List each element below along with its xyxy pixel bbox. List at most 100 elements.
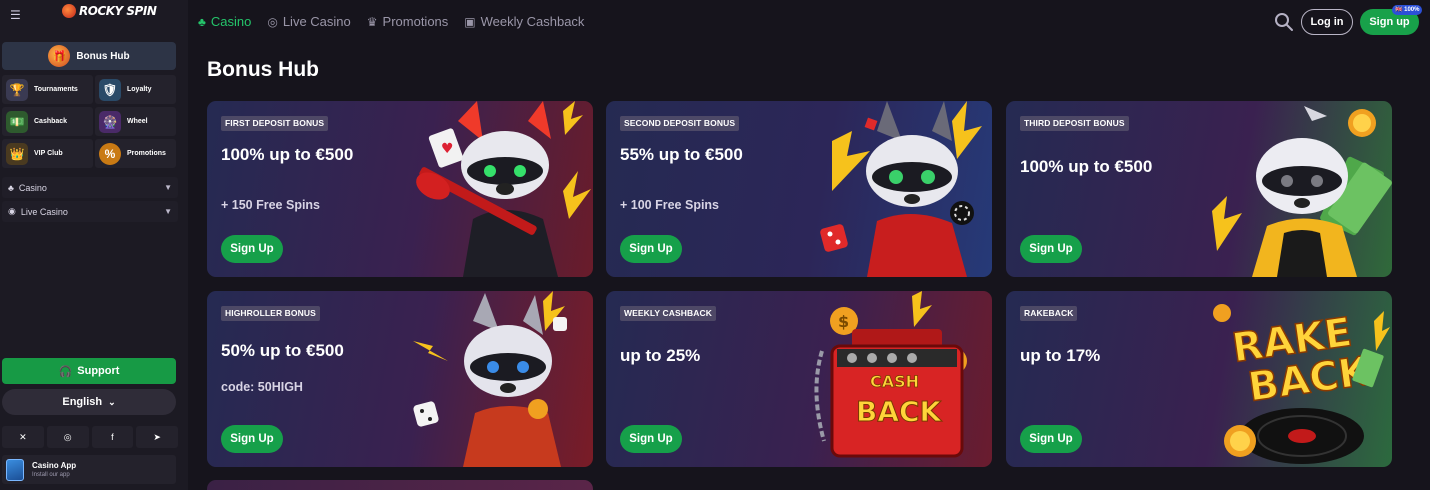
sign-up-button[interactable]: Sign Up [620,425,682,453]
card-headline: 100% up to €500 [1020,157,1153,176]
support-button[interactable]: 🎧 Support [2,358,176,384]
phone-icon [6,458,24,481]
menu-icon[interactable]: ☰ [10,8,21,22]
card-headline: 50% up to €500 [221,341,344,360]
social-links: ✕ ◎ f ➤ [2,426,178,448]
card-tag: HIGHROLLER BONUS [221,306,320,321]
nav-label: Live Casino [282,14,351,29]
tile-label: Promotions [127,150,166,157]
logo-mark-icon [62,4,76,18]
sidebar-tile-promotions[interactable]: % Promotions [95,139,176,168]
trophy-icon: 🏆 [6,78,28,101]
crown-icon: ♛ [366,14,378,29]
shield-icon: 🛡 [99,78,121,101]
sidebar-tiles: 🏆 Tournaments 🛡 Loyalty 💵 Cashback 🎡 Whe… [2,75,176,168]
sign-up-button[interactable]: Sign Up [1020,425,1082,453]
card-subtext: code: 50HIGH [221,380,303,394]
art-back-text: BACK [856,395,943,428]
login-button[interactable]: Log in [1301,9,1353,35]
page-title: Bonus Hub [207,58,319,81]
clover-icon: ♣ [198,14,206,29]
sidebar-accordion-casino[interactable]: ♣ Casino ▼ [2,177,178,198]
card-tag: WEEKLY CASHBACK [620,306,716,321]
headset-icon: 🎧 [58,365,73,378]
nav-label: Weekly Cashback [480,14,585,29]
sign-up-button[interactable]: Sign Up [221,425,283,453]
sign-up-button[interactable]: Sign Up [620,235,682,263]
svg-text:$: $ [838,312,849,331]
top-bar: ♣ Casino ◎ Live Casino ♛ Promotions ▣ We… [188,0,1430,44]
art-cash-text: CASH [870,372,919,391]
chevron-down-icon: ▼ [164,207,172,216]
bonus-card-weekly-cashback[interactable]: WEEKLY CASHBACK up to 25% Sign Up $ $ CA… [606,291,992,467]
bonus-card-partial[interactable] [207,480,593,490]
bonus-hub-button[interactable]: 🎁 Bonus Hub [2,42,176,70]
nav-live-casino[interactable]: ◎ Live Casino [267,14,350,29]
casino-app-title: Casino App [32,461,77,470]
language-select[interactable]: English ⌄ [2,389,176,415]
crown-icon: 👑 [6,142,28,165]
nav-weekly-cashback[interactable]: ▣ Weekly Cashback [464,14,584,29]
chevron-down-icon: ⌄ [108,396,116,407]
raccoon-guitar-illustration: ♥ [416,101,591,277]
bonus-card-rakeback[interactable]: RAKEBACK up to 17% Sign Up RAKE BACK [1006,291,1392,467]
nav-label: Casino [210,14,252,29]
nav-casino[interactable]: ♣ Casino [198,14,251,29]
sidebar-tile-tournaments[interactable]: 🏆 Tournaments [2,75,93,104]
sidebar-tile-loyalty[interactable]: 🛡 Loyalty [95,75,176,104]
nav-label: Promotions [382,14,449,29]
card-headline: 100% up to €500 [221,145,354,164]
bonus-hub-icon: 🎁 [48,45,71,67]
x-icon[interactable]: ✕ [2,426,44,448]
gift-icon: ▣ [464,14,476,29]
live-icon: ◉ [8,206,16,216]
logo[interactable]: ROCKY SPIN [62,4,157,18]
bonus-hub-label: Bonus Hub [76,50,130,62]
sidebar-tile-cashback[interactable]: 💵 Cashback [2,107,93,136]
raccoon-money-illustration [1212,106,1392,277]
telegram-icon[interactable]: ➤ [136,426,178,448]
raccoon-dice-illustration [820,101,982,277]
sidebar-tile-vip-club[interactable]: 👑 VIP Club [2,139,93,168]
live-icon: ◎ [267,14,278,29]
cash-icon: 💵 [6,110,28,133]
sign-up-button[interactable]: Sign Up [1020,235,1082,263]
chevron-down-icon: ▼ [164,183,172,192]
card-headline: 55% up to €500 [620,145,743,164]
wheel-icon: 🎡 [99,110,121,133]
instagram-icon[interactable]: ◎ [46,426,89,448]
bonus-card-highroller[interactable]: HIGHROLLER BONUS 50% up to €500 code: 50… [207,291,593,467]
card-subtext: + 150 Free Spins [221,198,321,212]
card-tag: RAKEBACK [1020,306,1078,321]
accordion-label: Live Casino [20,206,68,217]
card-headline: up to 25% [620,346,701,365]
accordion-label: Casino [18,182,47,193]
bonus-card-third-deposit[interactable]: THIRD DEPOSIT BONUS 100% up to €500 Sign… [1006,101,1392,277]
nav-promotions[interactable]: ♛ Promotions [367,14,449,29]
logo-text: ROCKY SPIN [79,4,157,18]
raccoon-highroller-illustration [413,291,567,467]
casino-app-text: Casino App Install our app [32,461,76,478]
sidebar-accordion-live-casino[interactable]: ◉ Live Casino ▼ [2,201,178,222]
card-subtext: + 100 Free Spins [620,198,720,212]
tile-label: Wheel [127,118,148,125]
tile-label: Cashback [34,118,68,125]
bonus-card-second-deposit[interactable]: SECOND DEPOSIT BONUS 55% up to €500 + 10… [606,101,992,277]
tile-label: VIP Club [34,150,63,157]
search-icon[interactable] [1274,12,1294,32]
tile-label: Loyalty [127,86,152,93]
casino-app-link[interactable]: Casino App Install our app [2,455,176,484]
bonus-card-first-deposit[interactable]: FIRST DEPOSIT BONUS 100% up to €500 + 15… [207,101,593,277]
svg-text:♥: ♥ [441,141,454,157]
percent-icon: % [99,142,121,165]
sidebar: ☰ ROCKY SPIN 🎁 Bonus Hub 🏆 Tournaments 🛡… [0,0,188,490]
sidebar-tile-wheel[interactable]: 🎡 Wheel [95,107,176,136]
clover-icon: ♣ [8,182,14,193]
support-label: Support [77,365,120,377]
card-tag: THIRD DEPOSIT BONUS [1020,116,1129,131]
signup-badge: 🇬🇧 100% [1392,5,1423,15]
language-label: English [62,396,103,408]
main-nav: ♣ Casino ◎ Live Casino ♛ Promotions ▣ We… [198,14,584,29]
facebook-icon[interactable]: f [91,426,134,448]
sign-up-button[interactable]: Sign Up [221,235,283,263]
